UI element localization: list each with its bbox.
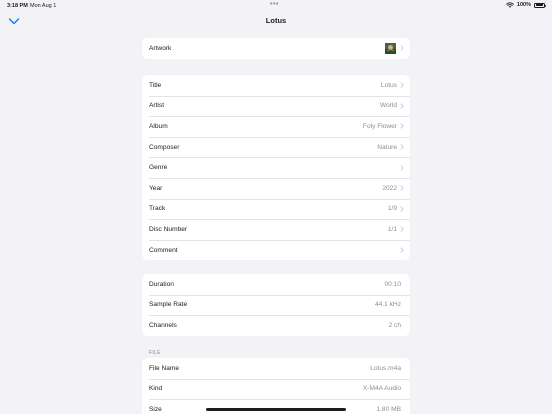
size-row: Size 1.80 MB xyxy=(142,399,410,414)
row-label: Kind xyxy=(149,385,163,393)
row-value: 1.80 MB xyxy=(376,405,401,413)
metadata-group: Title Lotus Artist World Album Foly Flow… xyxy=(142,75,410,261)
disc-number-row[interactable]: Disc Number 1/1 xyxy=(142,219,410,240)
battery-percentage: 100% xyxy=(516,2,531,8)
row-value: 44.1 kHz xyxy=(374,301,401,309)
row-value: 1/9 xyxy=(387,205,397,213)
row-value: World xyxy=(379,102,397,110)
wifi-icon xyxy=(506,2,514,8)
row-value: 1/1 xyxy=(387,225,397,233)
chevron-right-icon xyxy=(400,185,404,191)
sample-rate-row: Sample Rate 44.1 kHz xyxy=(142,294,410,316)
multitasking-dots-icon[interactable]: ••• xyxy=(270,1,279,8)
home-indicator[interactable] xyxy=(206,408,346,411)
row-label: Track xyxy=(149,205,166,213)
album-row[interactable]: Album Foly Flower xyxy=(142,116,410,137)
file-section-header: FILE xyxy=(149,350,161,356)
row-value: Lotus.m4a xyxy=(370,364,401,372)
comment-row[interactable]: Comment xyxy=(142,239,410,261)
chevron-right-icon xyxy=(400,45,404,51)
row-label: Album xyxy=(149,122,168,130)
duration-row: Duration 00:10 xyxy=(142,274,410,295)
chevron-right-icon xyxy=(400,226,404,233)
row-value: Nature xyxy=(377,143,397,151)
kind-row: Kind X-M4A Audio xyxy=(142,378,410,400)
row-value: 2022 xyxy=(382,184,397,192)
row-label: Year xyxy=(149,184,163,192)
chevron-right-icon xyxy=(400,144,404,150)
title-row[interactable]: Title Lotus xyxy=(142,75,410,96)
composer-row[interactable]: Composer Nature xyxy=(142,136,410,158)
row-value: Lotus xyxy=(380,81,397,89)
year-row[interactable]: Year 2022 xyxy=(142,177,410,199)
chevron-right-icon xyxy=(400,165,404,171)
chevron-right-icon xyxy=(400,206,404,212)
status-date: Mon Aug 1 xyxy=(30,3,57,9)
status-bar: 3:18 PM Mon Aug 1 ••• 100% xyxy=(0,0,552,12)
chevron-right-icon xyxy=(400,82,404,88)
row-value: X-M4A Audio xyxy=(362,385,401,393)
genre-row[interactable]: Genre xyxy=(142,157,410,178)
status-indicators: 100% xyxy=(506,2,546,8)
channels-row: Channels 2 ch xyxy=(142,315,410,336)
row-value: Foly Flower xyxy=(362,122,397,130)
row-label: Disc Number xyxy=(149,225,188,233)
navigation-bar: Lotus xyxy=(0,12,552,32)
row-label: Artwork xyxy=(149,44,172,52)
artist-row[interactable]: Artist World xyxy=(142,95,410,117)
track-row[interactable]: Track 1/9 xyxy=(142,198,410,220)
audio-info-group: Duration 00:10 Sample Rate 44.1 kHz Chan… xyxy=(142,274,410,336)
page-title: Lotus xyxy=(265,16,287,25)
artwork-group: Artwork xyxy=(142,38,410,59)
row-value: 00:10 xyxy=(384,280,401,288)
chevron-right-icon xyxy=(400,247,404,253)
row-label: Channels xyxy=(149,321,177,329)
row-label: Artist xyxy=(149,102,165,110)
row-label: Composer xyxy=(149,143,180,151)
row-value: 2 ch xyxy=(388,321,401,329)
row-label: Genre xyxy=(149,164,168,172)
chevron-right-icon xyxy=(400,123,404,130)
row-label: Comment xyxy=(149,246,178,254)
file-name-row: File Name Lotus.m4a xyxy=(142,358,410,379)
status-time: 3:18 PM xyxy=(7,3,28,9)
chevron-right-icon xyxy=(400,103,404,109)
row-label: Duration xyxy=(149,280,174,288)
file-info-group: File Name Lotus.m4a Kind X-M4A Audio Siz… xyxy=(142,358,410,414)
row-label: Title xyxy=(149,81,162,89)
row-label: Sample Rate xyxy=(149,301,188,309)
battery-icon xyxy=(534,2,546,8)
artwork-row[interactable]: Artwork xyxy=(142,38,410,59)
row-label: File Name xyxy=(149,364,180,372)
artwork-thumbnail xyxy=(385,42,396,54)
